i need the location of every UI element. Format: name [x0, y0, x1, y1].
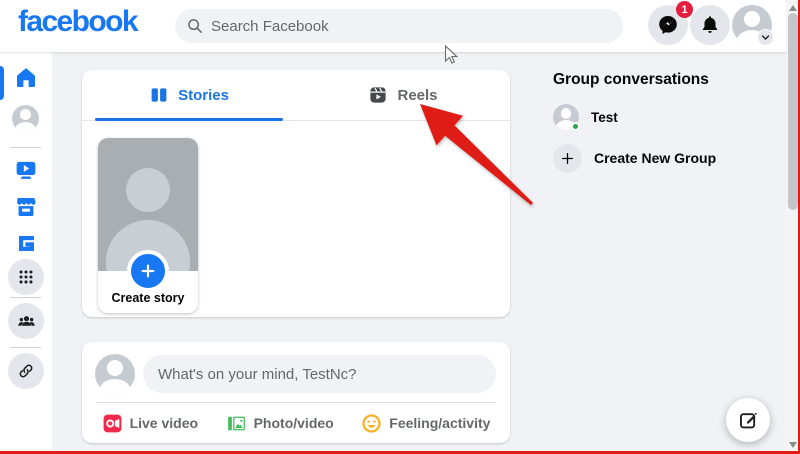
composer-actions: Live video Photo/video: [82, 403, 510, 443]
messenger-icon: [657, 14, 679, 36]
live-video-label: Live video: [130, 415, 198, 431]
conversation-name: Test: [591, 110, 618, 125]
home-icon: [14, 66, 38, 90]
sidebar-item-shortcuts[interactable]: [8, 353, 44, 389]
group-conversations-title: Group conversations: [553, 71, 709, 89]
chevron-down-icon[interactable]: [757, 29, 774, 46]
search-icon: [187, 18, 203, 34]
live-video-icon: [102, 413, 123, 434]
conversation-item-test[interactable]: Test: [546, 98, 778, 136]
sidebar-item-groups[interactable]: [8, 303, 44, 339]
notifications-button[interactable]: [690, 5, 730, 45]
link-icon: [17, 362, 35, 380]
plus-icon: [553, 144, 582, 173]
photo-video-label: Photo/video: [254, 415, 334, 431]
scrollbar-thumb[interactable]: [788, 13, 798, 210]
post-composer: Live video Photo/video: [82, 342, 510, 443]
groups-icon: [17, 312, 36, 331]
sidebar-item-watch[interactable]: [6, 150, 46, 190]
composer-avatar[interactable]: [95, 354, 135, 394]
sidebar-item-menu[interactable]: [8, 259, 44, 295]
scrollbar-up-arrow-icon[interactable]: [789, 5, 797, 11]
search-input[interactable]: [211, 18, 611, 35]
create-new-group-label: Create New Group: [594, 150, 716, 166]
tab-stories[interactable]: Stories: [82, 70, 296, 120]
compose-pencil-icon: [738, 410, 759, 431]
marketplace-icon: [14, 195, 38, 219]
reels-icon: [368, 85, 388, 105]
sidebar-item-home[interactable]: [6, 58, 46, 98]
top-header: facebook 1: [0, 0, 800, 52]
rail-divider: [10, 297, 41, 298]
tab-reels-label: Reels: [397, 87, 437, 104]
facebook-logo[interactable]: facebook: [18, 5, 137, 39]
create-new-group-button[interactable]: Create New Group: [546, 139, 778, 177]
stories-icon: [149, 85, 169, 105]
search-bar[interactable]: [175, 9, 623, 43]
live-video-button[interactable]: Live video: [94, 408, 206, 439]
create-story-card[interactable]: Create story: [98, 138, 198, 313]
composer-input[interactable]: [143, 355, 496, 393]
feeling-activity-label: Feeling/activity: [389, 415, 490, 431]
messenger-unread-badge: 1: [676, 1, 693, 18]
watch-icon: [14, 158, 38, 182]
feeling-activity-button[interactable]: Feeling/activity: [353, 408, 498, 439]
compose-fab-button[interactable]: [726, 398, 770, 442]
feeling-activity-icon: [361, 413, 382, 434]
sidebar-item-gaming[interactable]: [6, 223, 46, 263]
create-story-label: Create story: [98, 291, 198, 305]
gaming-icon: [15, 232, 38, 255]
conversation-avatar: [553, 104, 579, 130]
composer-input-wrap: [143, 355, 496, 393]
plus-icon: [127, 250, 169, 292]
online-status-dot: [571, 122, 580, 131]
active-nav-indicator: [0, 66, 4, 100]
notifications-bell-icon: [699, 14, 721, 36]
sidebar-item-profile[interactable]: [12, 105, 39, 132]
rail-divider: [10, 147, 41, 148]
left-nav-rail: [0, 52, 52, 454]
tab-stories-label: Stories: [178, 87, 229, 104]
photo-video-button[interactable]: Photo/video: [218, 408, 342, 439]
scrollbar-down-arrow-icon[interactable]: [789, 442, 797, 448]
sidebar-item-marketplace[interactable]: [6, 187, 46, 227]
facebook-home-screen: facebook 1: [0, 0, 800, 454]
rail-divider: [10, 347, 41, 348]
menu-grid-icon: [17, 268, 35, 286]
stories-panel: Stories Reels Create story: [82, 70, 510, 317]
stories-reels-tabs: Stories Reels: [82, 70, 510, 121]
photo-video-icon: [226, 413, 247, 434]
tab-reels[interactable]: Reels: [296, 70, 510, 120]
